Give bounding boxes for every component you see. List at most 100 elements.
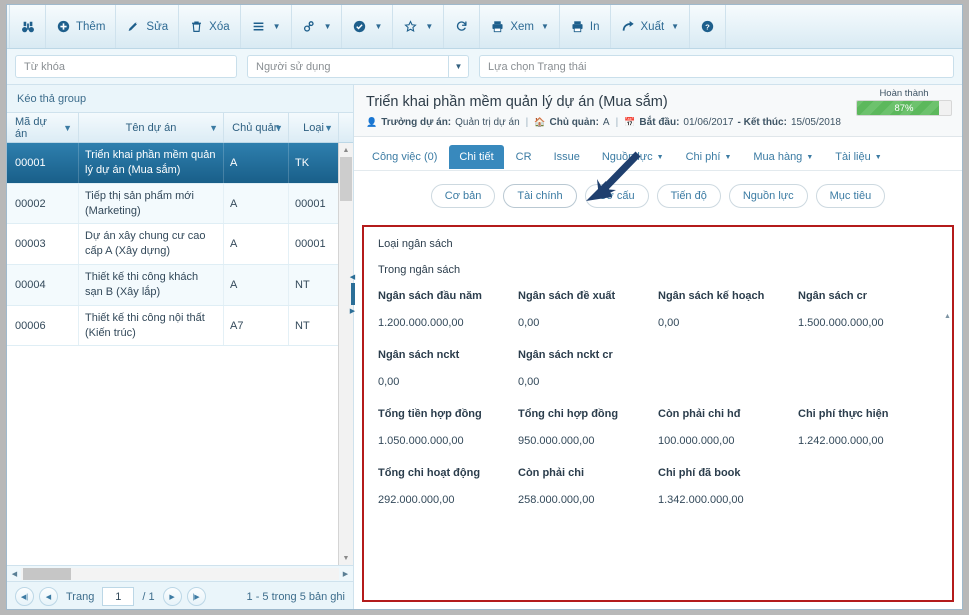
subtab-1[interactable]: Tài chính — [503, 184, 577, 208]
filter-icon[interactable]: ▼ — [209, 123, 218, 133]
toolbar-refresh-button[interactable] — [444, 5, 481, 48]
grid-vertical-scrollbar[interactable]: ▲ ▼ — [338, 143, 353, 565]
chevron-down-icon[interactable]: ▼ — [724, 154, 731, 161]
h-scrollbar-thumb[interactable] — [23, 567, 71, 580]
field-label: Chi phí thực hiện — [798, 408, 889, 420]
subtab-4[interactable]: Nguồn lực — [728, 184, 808, 208]
field-value: 1.500.000.000,00 — [798, 317, 884, 329]
chevron-down-icon[interactable]: ▼ — [374, 22, 382, 31]
field-value-cell: 100.000.000,00 — [658, 435, 798, 447]
chevron-down-icon[interactable]: ▼ — [324, 22, 332, 31]
toolbar-add-button[interactable]: Thêm — [46, 5, 117, 48]
detail-scroll-indicator[interactable]: ▲ — [944, 313, 951, 513]
chevron-down-icon[interactable]: ▼ — [806, 154, 813, 161]
chevron-down-icon[interactable]: ▼ — [448, 55, 468, 78]
column-header-owner[interactable]: Chủ quản ▼ — [224, 113, 289, 142]
trash-icon — [189, 19, 204, 34]
next-page-button[interactable]: ▶ — [162, 587, 182, 606]
panel-splitter-handle[interactable]: ◀ ▶ — [348, 273, 357, 315]
subtab-3[interactable]: Tiến độ — [656, 184, 721, 208]
subtab-0[interactable]: Cơ bản — [430, 184, 496, 208]
subtab-5[interactable]: Mục tiêu — [815, 184, 886, 208]
chevron-down-icon[interactable]: ▼ — [657, 154, 664, 161]
table-row[interactable]: 00003 Dự án xây chung cư cao cấp A (Xây d… — [7, 224, 353, 266]
tab-7[interactable]: Tài liệu ▼ — [825, 145, 891, 169]
field-label: Ngân sách cr — [798, 290, 868, 302]
tab-6[interactable]: Mua hàng ▼ — [743, 145, 823, 169]
toolbar-link-button[interactable]: ▼ — [292, 5, 343, 48]
budget-type-label: Loại ngân sách — [378, 238, 453, 250]
column-header-name[interactable]: Tên dự án ▼ — [79, 113, 224, 142]
scroll-right-icon[interactable]: ▶ — [339, 570, 352, 578]
status-select[interactable]: Lựa chọn Trạng thái — [479, 55, 954, 78]
field-label-cell: Tổng chi hoạt động — [378, 467, 518, 479]
tab-5[interactable]: Chi phí ▼ — [676, 145, 742, 169]
toolbar-export-button[interactable]: Xuất ▼ — [611, 5, 691, 48]
table-row[interactable]: 00002 Tiếp thị sản phẩm mới (Marketing) A 0… — [7, 183, 353, 225]
field-value-cell — [658, 376, 798, 388]
scrollbar-thumb[interactable] — [340, 157, 352, 201]
tab-label: Chi tiết — [459, 151, 494, 163]
toolbar-help-button[interactable]: ? — [690, 5, 727, 48]
toolbar-star-button[interactable]: ▼ — [393, 5, 445, 48]
field-value-cell: 0,00 — [658, 317, 798, 329]
h-scroll-track[interactable] — [21, 567, 339, 580]
scroll-up-icon[interactable]: ▲ — [944, 313, 951, 320]
chevron-down-icon[interactable]: ▼ — [541, 22, 549, 31]
tab-2[interactable]: CR — [506, 145, 542, 169]
field-value-cell: 0,00 — [518, 317, 658, 329]
scroll-left-icon[interactable]: ◀ — [8, 570, 21, 578]
tab-1[interactable]: Chi tiết — [449, 145, 504, 169]
record-count-label: 1 - 5 trong 5 bản ghi — [246, 590, 345, 603]
splitter-collapse-right-icon[interactable]: ▶ — [350, 307, 355, 315]
toolbar-edit-button[interactable]: Sửa — [116, 5, 180, 48]
tab-4[interactable]: Nguồn lực ▼ — [592, 145, 674, 169]
first-page-button[interactable]: ◀| — [15, 587, 34, 606]
toolbar-print-button[interactable]: In — [560, 5, 611, 48]
user-select[interactable]: Người sử dụng ▼ — [247, 55, 469, 78]
last-page-button[interactable]: |▶ — [186, 587, 206, 606]
previous-page-button[interactable]: ◀ — [39, 587, 58, 606]
status-placeholder-text: Lựa chọn Trạng thái — [488, 60, 587, 73]
field-label: Còn phải chi hđ — [658, 408, 741, 420]
grid-horizontal-scrollbar[interactable]: ◀ ▶ — [7, 565, 353, 581]
subtab-2[interactable]: Cơ cấu — [584, 184, 649, 208]
keyword-placeholder-text: Từ khóa — [24, 60, 65, 73]
column-header-code[interactable]: Mã dự án ▼ — [7, 113, 79, 142]
table-row[interactable]: 00006 Thiết kế thi công nội thất (Kiến tr… — [7, 305, 353, 347]
column-header-type-label: Loại — [303, 121, 324, 134]
table-row[interactable]: 00001 Triển khai phần mềm quản lý dự án (… — [7, 143, 353, 184]
tab-3[interactable]: Issue — [544, 145, 590, 169]
binoculars-icon — [20, 19, 35, 34]
cell-code: 00001 — [7, 143, 79, 183]
tab-label: Tài liệu — [835, 151, 871, 163]
star-icon — [403, 19, 418, 34]
column-header-type[interactable]: Loại ▼ — [289, 113, 339, 142]
toolbar-print-label: In — [589, 20, 600, 33]
tab-0[interactable]: Công việc (0) — [362, 145, 447, 169]
toolbar-delete-button[interactable]: Xóa — [179, 5, 241, 48]
toolbar-check-button[interactable]: ▼ — [342, 5, 394, 48]
toolbar-view-button[interactable]: Xem ▼ — [480, 5, 560, 48]
chevron-down-icon[interactable]: ▼ — [875, 154, 882, 161]
splitter-grip[interactable] — [350, 283, 355, 305]
filter-icon[interactable]: ▼ — [274, 123, 283, 133]
scroll-up-icon[interactable]: ▲ — [339, 143, 353, 157]
chevron-down-icon[interactable]: ▼ — [671, 22, 679, 31]
chevron-down-icon[interactable]: ▼ — [425, 22, 433, 31]
filter-icon[interactable]: ▼ — [63, 123, 72, 133]
splitter-collapse-left-icon[interactable]: ◀ — [350, 273, 355, 281]
keyword-input[interactable]: Từ khóa — [15, 55, 237, 78]
field-label-cell: Tổng chi hợp đồng — [518, 408, 658, 420]
toolbar-search-button[interactable] — [9, 5, 46, 48]
subtab-label: Mục tiêu — [829, 190, 872, 202]
page-number-input[interactable]: 1 — [102, 587, 135, 606]
table-row[interactable]: 00004 Thiết kế thi công khách sạn B (Xây … — [7, 265, 353, 306]
group-drop-area[interactable]: Kéo thả group — [7, 85, 353, 113]
link-icon — [302, 19, 317, 34]
filter-icon[interactable]: ▼ — [324, 123, 333, 133]
toolbar-menu-button[interactable]: ▼ — [241, 5, 292, 48]
manager-label: Trưởng dự án: — [381, 117, 452, 128]
scroll-down-icon[interactable]: ▼ — [339, 551, 353, 565]
chevron-down-icon[interactable]: ▼ — [273, 22, 281, 31]
